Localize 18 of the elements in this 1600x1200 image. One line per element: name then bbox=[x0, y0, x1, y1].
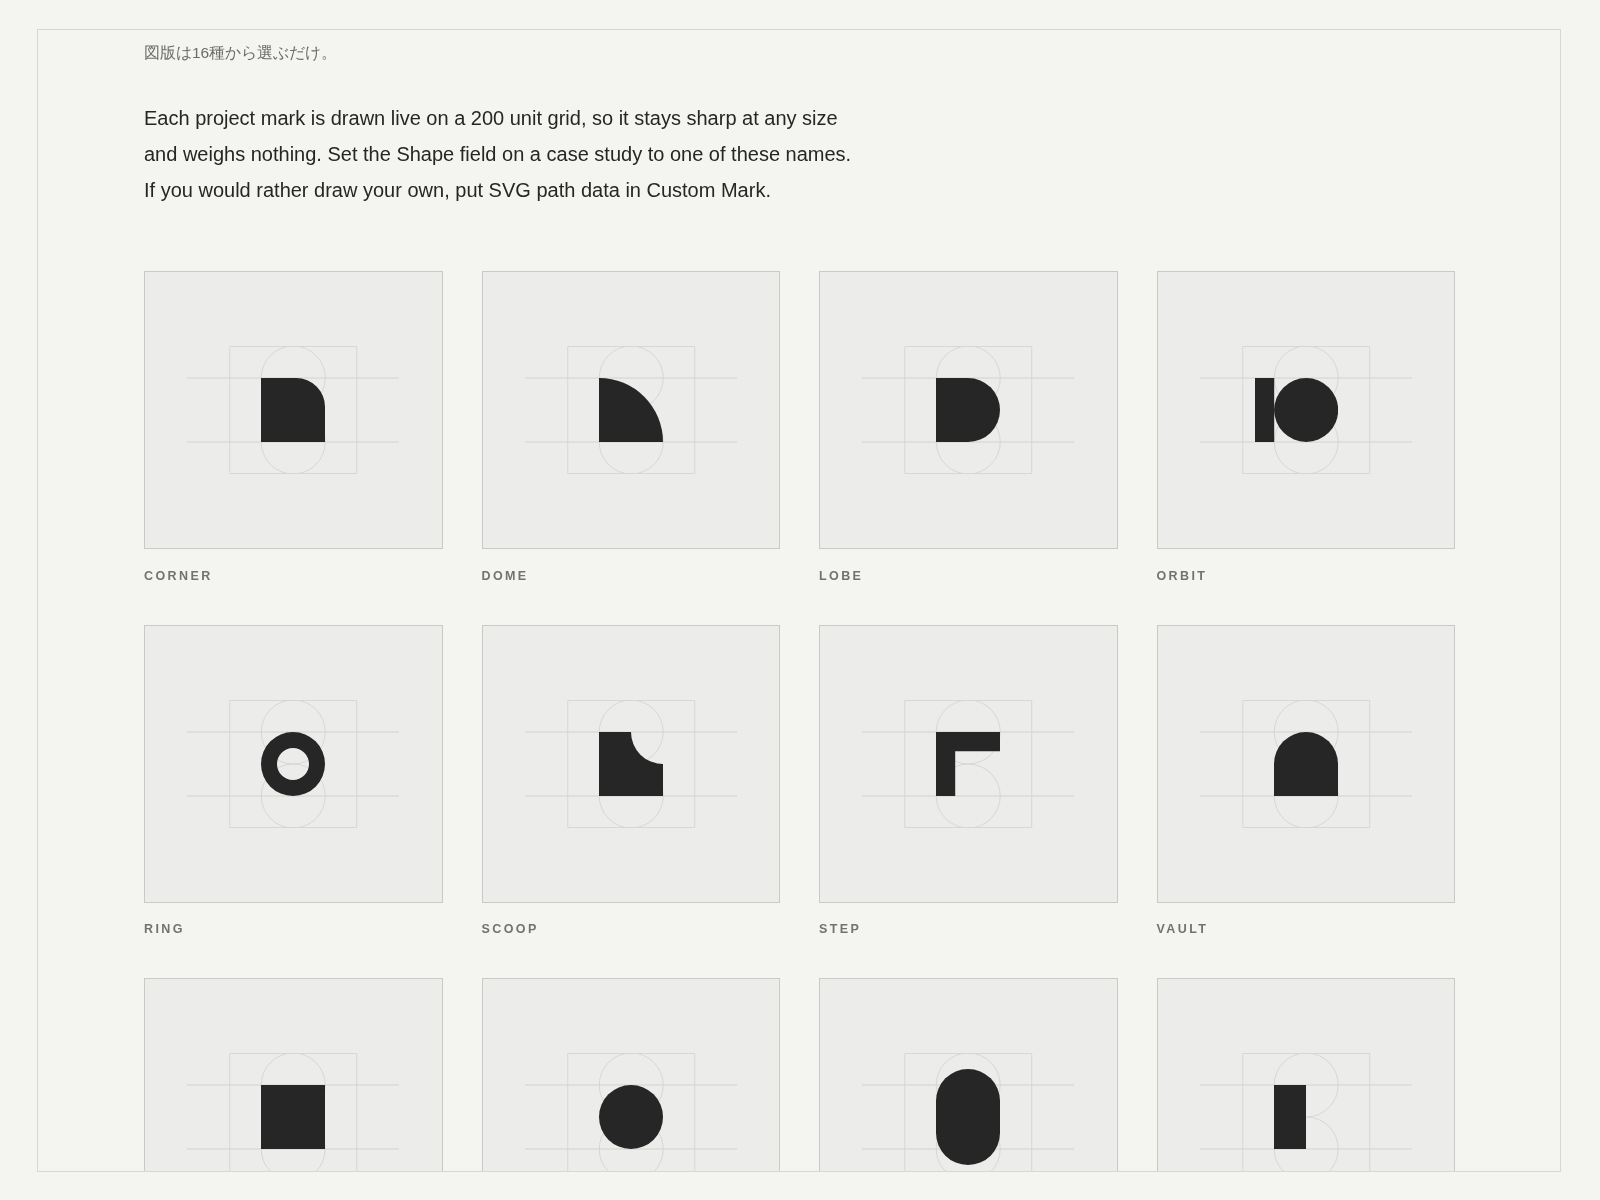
square-icon bbox=[261, 1085, 326, 1149]
shape-name: RING bbox=[144, 921, 185, 937]
circle-icon bbox=[598, 1085, 663, 1149]
arch-icon bbox=[1273, 731, 1338, 796]
rectangle-icon bbox=[1273, 1085, 1306, 1149]
shape-name: SCOOP bbox=[481, 921, 539, 937]
shape-name: LOBE bbox=[819, 567, 864, 584]
caption-text: 図版は16種から選ぶだけ。 bbox=[144, 43, 338, 63]
shape-name: ORBIT bbox=[1156, 567, 1208, 584]
l-shape-icon bbox=[936, 731, 1001, 796]
d-shape-icon bbox=[936, 378, 1001, 442]
shape-name: CORNER bbox=[144, 567, 213, 584]
pill-icon bbox=[936, 1069, 1001, 1165]
intro-paragraph: Each project mark is drawn live on a 200 unit grid, so it stays sharp at any size and weighs nothing. Set the Shape field on a case study to one of these names. If you would rather draw your own, put SVG path data in Custom Mark. bbox=[144, 106, 853, 203]
ring-icon bbox=[261, 731, 326, 796]
shape-name: DOME bbox=[481, 567, 529, 584]
shape-name: STEP bbox=[819, 921, 862, 937]
shape-name: VAULT bbox=[1156, 921, 1209, 937]
